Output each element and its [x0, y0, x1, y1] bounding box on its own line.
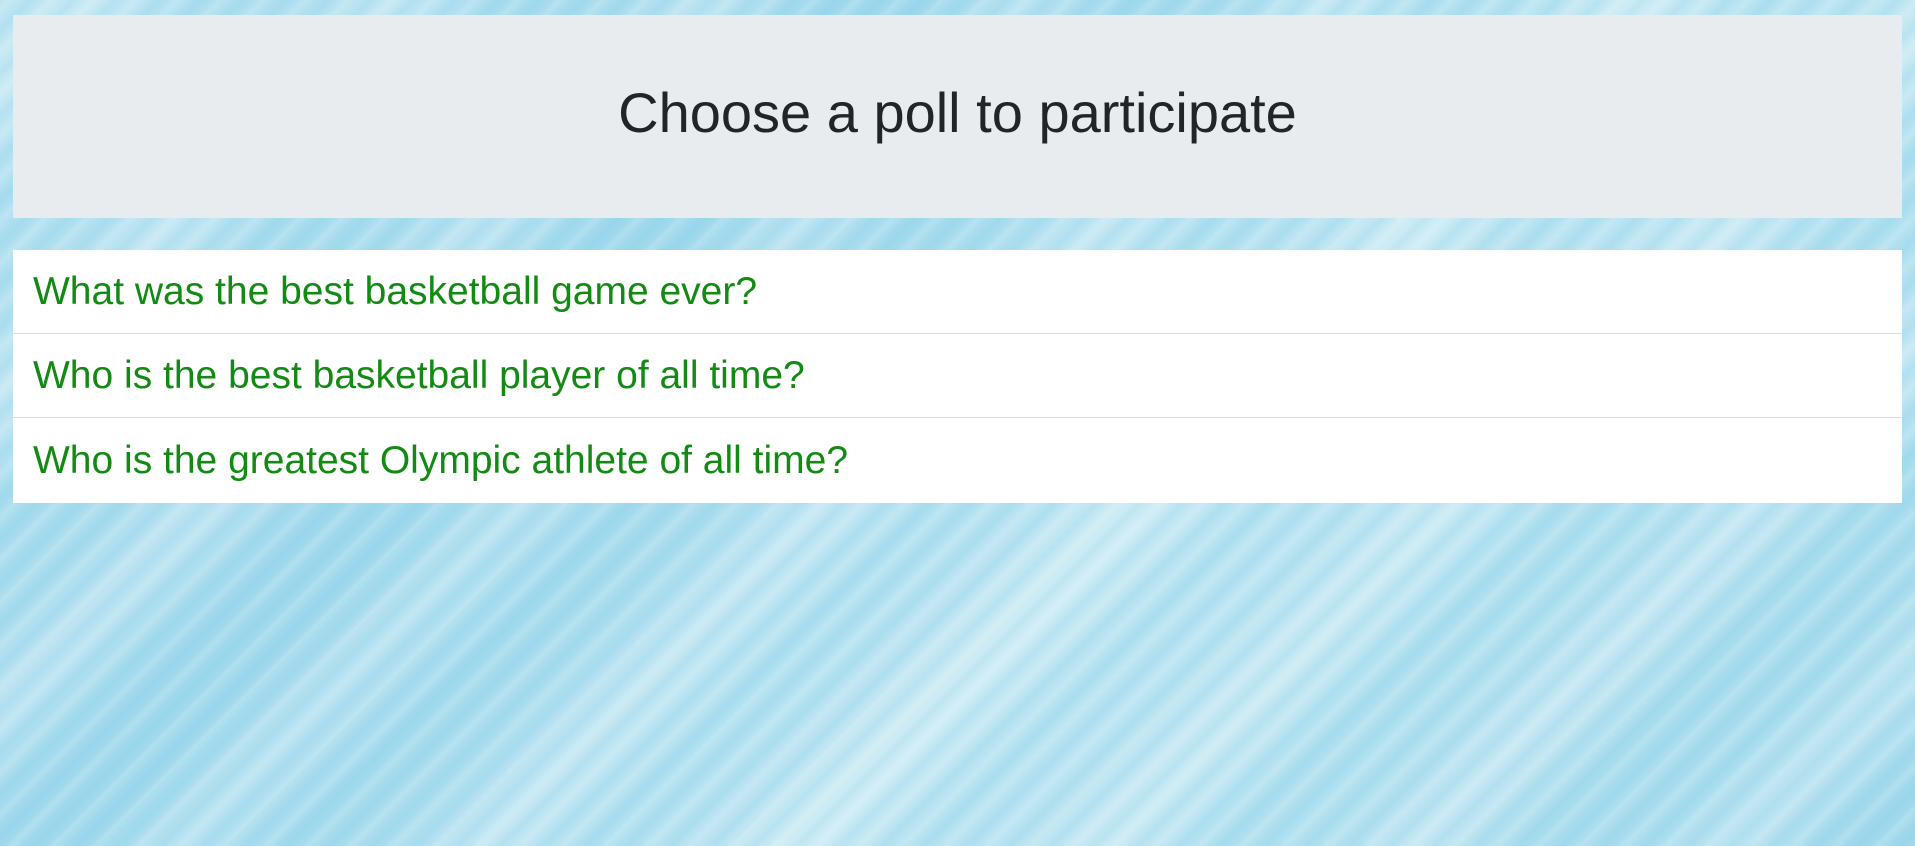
poll-list: What was the best basketball game ever? …: [13, 250, 1902, 503]
page-header: Choose a poll to participate: [13, 15, 1902, 218]
poll-link[interactable]: Who is the best basketball player of all…: [33, 354, 805, 398]
poll-link[interactable]: Who is the greatest Olympic athlete of a…: [33, 439, 848, 483]
poll-list-item: What was the best basketball game ever?: [13, 250, 1902, 334]
poll-list-item: Who is the greatest Olympic athlete of a…: [13, 418, 1902, 503]
poll-link[interactable]: What was the best basketball game ever?: [33, 270, 757, 314]
poll-list-item: Who is the best basketball player of all…: [13, 334, 1902, 418]
page-title: Choose a poll to participate: [618, 81, 1297, 144]
